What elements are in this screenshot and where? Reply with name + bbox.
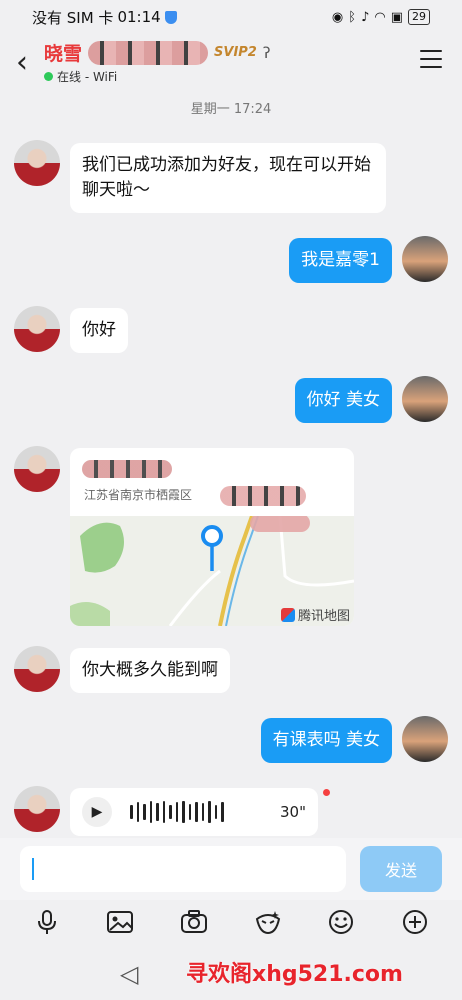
mute-icon: ♪: [361, 9, 370, 25]
status-bar: 没有 SIM 卡 01:14 ◉ ᛒ ♪ ◠ ▣ 29: [0, 0, 462, 34]
online-status: 在线 - WiFi: [44, 68, 271, 85]
avatar-self[interactable]: [402, 716, 448, 762]
back-button[interactable]: ‹: [0, 34, 44, 90]
microphone-icon[interactable]: [32, 907, 62, 937]
message-bubble[interactable]: 我们已成功添加为好友，现在可以开始聊天啦～: [70, 143, 386, 213]
message-bubble[interactable]: 你好 美女: [294, 378, 392, 423]
tencent-map-icon: [280, 607, 295, 622]
redacted-mosaic: [82, 460, 172, 478]
chat-toolbar: [0, 900, 462, 944]
nfc-icon: ▣: [390, 9, 403, 25]
avatar-self[interactable]: [402, 236, 448, 282]
message-bubble[interactable]: 你好: [70, 308, 128, 353]
chevron-left-icon: ‹: [16, 44, 28, 80]
message-bubble[interactable]: 你大概多久能到啊: [70, 648, 230, 693]
location-card[interactable]: 江苏省南京市栖霞区 腾讯地图: [70, 448, 354, 626]
contact-name: 晓雪: [44, 43, 83, 65]
shield-icon: [164, 10, 177, 24]
input-bar: 发送: [0, 838, 462, 900]
avatar-contact[interactable]: [14, 306, 60, 352]
svip-badge: SVIP2: [214, 45, 257, 60]
camera-icon[interactable]: [179, 907, 209, 937]
map-credit: 腾讯地图: [280, 605, 350, 624]
contact-title[interactable]: 晓雪 SVIP2 ʔ 在线 - WiFi: [44, 39, 271, 85]
voice-waveform: [130, 801, 224, 823]
watermark-text: 寻欢阁xhg521.com: [186, 962, 403, 987]
voice-message[interactable]: ▶ 30": [70, 788, 318, 836]
redacted-mosaic: [88, 40, 209, 65]
carrier-text: 没有 SIM 卡: [32, 8, 114, 27]
avatar-contact[interactable]: [14, 786, 60, 832]
avatar-contact[interactable]: [14, 446, 60, 492]
text-caret: [32, 858, 34, 880]
unread-dot: [323, 789, 330, 796]
play-icon[interactable]: ▶: [82, 797, 112, 827]
message-bubble[interactable]: 我是嘉零1: [289, 238, 392, 283]
redacted-mosaic: [220, 486, 306, 506]
map-credit-text: 腾讯地图: [297, 609, 350, 624]
voice-duration: 30": [280, 803, 306, 821]
image-icon[interactable]: [105, 907, 135, 937]
avatar-contact[interactable]: [14, 646, 60, 692]
online-dot-icon: [44, 72, 53, 81]
menu-button[interactable]: [420, 50, 442, 68]
message-bubble[interactable]: 有课表吗 美女: [260, 718, 392, 763]
chat-header: ‹ 晓雪 SVIP2 ʔ 在线 - WiFi: [0, 34, 462, 90]
send-button[interactable]: 发送: [360, 846, 442, 892]
bluetooth-icon: ᛒ: [348, 9, 357, 25]
emoji-icon[interactable]: [326, 907, 356, 937]
battery-icon: 29: [408, 9, 430, 25]
nav-back-icon[interactable]: ◁: [120, 960, 138, 988]
eye-icon: ◉: [331, 9, 344, 25]
location-address: 江苏省南京市栖霞区: [84, 488, 193, 502]
chat-timestamp: 星期一 17:24: [190, 102, 272, 117]
message-input[interactable]: [20, 846, 346, 892]
avatar-contact[interactable]: [14, 140, 60, 186]
plus-icon[interactable]: [400, 907, 430, 937]
sticker-icon[interactable]: [253, 907, 283, 937]
online-status-text: 在线 - WiFi: [57, 70, 118, 84]
map-preview: 腾讯地图: [70, 514, 354, 626]
wifi-icon: ◠: [374, 9, 386, 25]
ear-icon[interactable]: ʔ: [263, 44, 271, 62]
avatar-self[interactable]: [402, 376, 448, 422]
clock: 01:14: [117, 8, 161, 26]
